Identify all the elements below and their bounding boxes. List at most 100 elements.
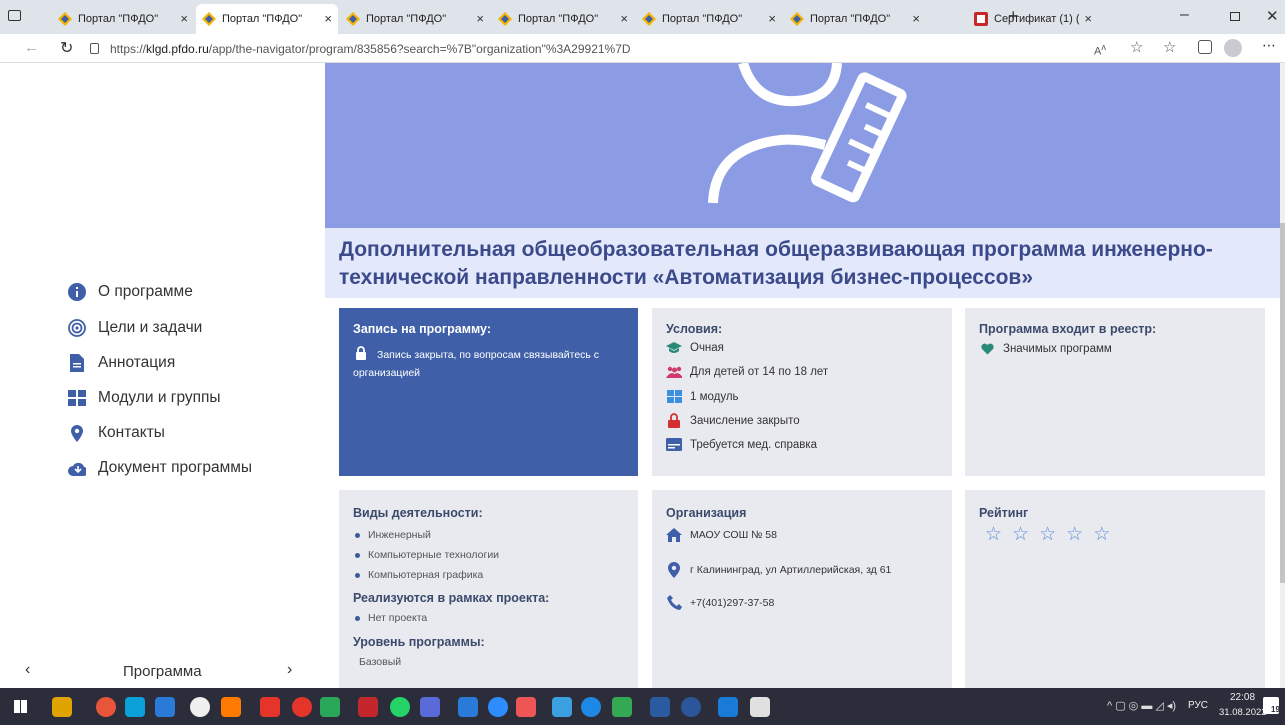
taskbar-app-icon[interactable] [320, 697, 340, 717]
star-icon[interactable]: ☆ [1093, 524, 1120, 545]
clock-time[interactable]: 22:08 [1230, 692, 1255, 703]
site-favicon-icon [202, 12, 216, 26]
sidebar-item[interactable]: Модули и группы [68, 389, 221, 407]
taskbar-app-icon[interactable] [516, 697, 536, 717]
back-icon[interactable]: ← [24, 39, 39, 56]
clock-date[interactable]: 31.08.2022 [1219, 707, 1267, 718]
site-info-icon[interactable] [90, 43, 99, 54]
tab-close-icon[interactable]: × [324, 11, 332, 26]
enroll-text: Запись закрыта, по вопросам связывайтесь… [353, 349, 600, 379]
engineer-illustration-icon [708, 63, 907, 204]
location-icon [68, 424, 86, 442]
condition-label: Очная [690, 342, 724, 354]
star-icon[interactable]: ☆ [1012, 524, 1039, 545]
taskbar-app-icon[interactable] [488, 697, 508, 717]
browser-tab[interactable]: Портал "ПФДО" × [340, 4, 490, 34]
taskbar-app-icon[interactable] [552, 697, 572, 717]
condition-item: 1 модуль [666, 390, 739, 403]
taskbar-app-icon[interactable] [52, 697, 72, 717]
page-scrollbar[interactable] [1280, 63, 1285, 688]
url-field[interactable]: https://klgd.pfdo.ru/app/the-navigator/p… [110, 42, 631, 56]
browser-tab[interactable]: Сертификат (1) (1).pd × [968, 4, 1098, 34]
prev-arrow-icon[interactable]: ‹ [25, 661, 30, 679]
taskbar-app-icon[interactable] [581, 697, 601, 717]
condition-item: Очная [666, 342, 724, 354]
favorites-list-icon[interactable]: ☆ [1163, 38, 1176, 56]
favorite-icon[interactable]: ☆ [1130, 38, 1143, 56]
language-indicator[interactable]: РУС [1188, 700, 1208, 711]
browser-tab-bar: Портал "ПФДО" × Портал "ПФДО" × Портал "ПФДО… [0, 0, 1285, 34]
tab-close-icon[interactable]: × [620, 11, 628, 26]
taskbar-app-icon[interactable] [612, 697, 632, 717]
home-icon [666, 528, 682, 542]
taskbar-app-icon[interactable] [96, 697, 116, 717]
sidebar-item[interactable]: Документ программы [68, 459, 252, 477]
taskbar-app-icon[interactable] [358, 697, 378, 717]
tab-close-icon[interactable]: × [912, 11, 920, 26]
site-favicon-icon [642, 12, 656, 26]
browser-tab[interactable]: Портал "ПФДО" × [784, 4, 926, 34]
tab-close-icon[interactable]: × [1084, 11, 1092, 26]
sidebar-item[interactable]: Контакты [68, 424, 165, 442]
sidebar-item[interactable]: О программе [68, 283, 193, 301]
taskbar-app-icon[interactable] [750, 697, 770, 717]
tab-label: Портал "ПФДО" [518, 13, 599, 25]
browser-tab[interactable]: Портал "ПФДО" × [52, 4, 194, 34]
scrollbar-thumb[interactable] [1280, 223, 1285, 583]
taskbar-app-icon[interactable] [155, 697, 175, 717]
taskbar-app-icon[interactable] [221, 697, 241, 717]
tab-close-icon[interactable]: × [180, 11, 188, 26]
site-favicon-icon [790, 12, 804, 26]
taskbar-app-icon[interactable] [292, 697, 312, 717]
registry-heading: Программа входит в реестр: [979, 322, 1157, 336]
cloud-download-icon [68, 459, 86, 477]
taskbar-app-icon[interactable] [190, 697, 210, 717]
sidebar-item[interactable]: Цели и задачи [68, 319, 202, 337]
taskbar-app-icon[interactable] [125, 697, 145, 717]
tab-close-icon[interactable]: × [768, 11, 776, 26]
conditions-card: Условия: Очная Для детей от 14 по 18 лет 1… [652, 308, 952, 476]
taskbar-app-icon[interactable] [458, 697, 478, 717]
taskbar-app-icon[interactable] [718, 697, 738, 717]
taskbar-app-icon[interactable] [420, 697, 440, 717]
star-icon[interactable]: ☆ [1066, 524, 1093, 545]
refresh-icon[interactable]: ↻ [60, 38, 73, 58]
tray-icons[interactable]: ^ ▢ ◎ ▬ ◿ ◂) [1107, 699, 1176, 712]
windows-start-icon[interactable] [14, 700, 27, 713]
org-phone-row: +7(401)297-37-58 [666, 595, 774, 610]
more-icon[interactable]: ⋯ [1262, 37, 1276, 54]
browser-tab[interactable]: Портал "ПФДО" × [636, 4, 782, 34]
new-tab-button[interactable]: + [1008, 6, 1019, 27]
activities-card: Виды деятельности: Инженерный Компьютерны… [339, 490, 638, 688]
sidebar-item-label: Контакты [98, 424, 165, 441]
profile-avatar[interactable] [1224, 39, 1242, 57]
star-icon[interactable]: ☆ [1039, 524, 1066, 545]
notifications-count: 19 [1271, 705, 1280, 714]
taskbar-app-icon[interactable] [650, 697, 670, 717]
sidebar-item[interactable]: Аннотация [68, 354, 175, 372]
tab-label: Портал "ПФДО" [810, 13, 891, 25]
browser-tab[interactable]: Портал "ПФДО" × [196, 4, 338, 34]
org-name-row: МАОУ СОШ № 58 [666, 528, 777, 542]
tab-close-icon[interactable]: × [476, 11, 484, 26]
target-icon [68, 319, 86, 337]
read-aloud-icon[interactable]: Aʌ [1094, 42, 1106, 58]
document-icon [68, 354, 86, 372]
level-value: Базовый [359, 656, 402, 668]
star-icon[interactable]: ☆ [985, 524, 1012, 545]
tab-label: Портал "ПФДО" [366, 13, 447, 25]
collections-icon[interactable] [1198, 40, 1212, 54]
tab-actions-icon[interactable] [8, 10, 21, 21]
tab-label: Портал "ПФДО" [222, 13, 303, 25]
taskbar-app-icon[interactable] [390, 697, 410, 717]
minimize-button[interactable]: – [1180, 6, 1189, 24]
taskbar-app-icon[interactable] [681, 697, 701, 717]
next-arrow-icon[interactable]: › [287, 661, 292, 679]
rating-stars: ☆☆☆☆☆ [985, 523, 1120, 546]
org-address-row: г Калининград, ул Артиллерийская, зд 61 [666, 562, 891, 578]
list-item: Компьютерные технологии [355, 549, 499, 561]
browser-tab[interactable]: Портал "ПФДО" × [492, 4, 634, 34]
close-window-button[interactable]: ✕ [1266, 7, 1279, 25]
taskbar-app-icon[interactable] [260, 697, 280, 717]
restore-button[interactable] [1230, 12, 1240, 21]
